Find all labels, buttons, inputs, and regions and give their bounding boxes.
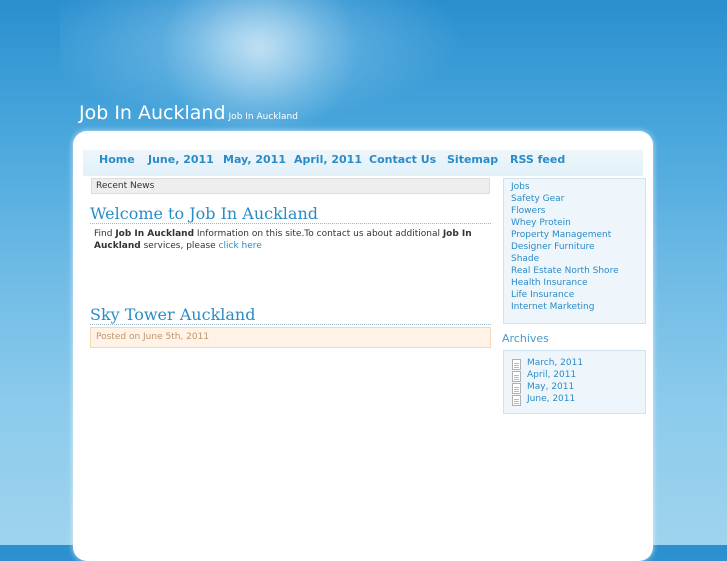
archives-heading: Archives	[502, 332, 549, 345]
site-header: Job In Auckland Job In Auckland	[79, 102, 298, 124]
document-icon	[512, 383, 521, 394]
post-text-end: services, please	[140, 241, 219, 251]
archive-link-may-2011[interactable]: May, 2011	[527, 382, 574, 392]
nav-home[interactable]: Home	[99, 153, 135, 166]
keyword-job-in-auckland: Job In Auckland	[115, 229, 195, 239]
archive-link-march-2011[interactable]: March, 2011	[527, 358, 583, 368]
site-title[interactable]: Job In Auckland	[79, 102, 226, 124]
title-divider-2	[90, 324, 491, 325]
post-text-find: Find	[94, 229, 116, 239]
nav-sitemap[interactable]: Sitemap	[447, 153, 498, 166]
sidebar-link-real-estate-north-shore[interactable]: Real Estate North Shore	[511, 266, 619, 276]
archive-link-april-2011[interactable]: April, 2011	[527, 370, 576, 380]
sidebar-link-property-management[interactable]: Property Management	[511, 230, 611, 240]
post-text-mid: Information on this site.To contact us a…	[194, 229, 443, 239]
sidebar-link-safety-gear[interactable]: Safety Gear	[511, 194, 564, 204]
title-divider	[90, 223, 491, 224]
sidebar-link-flowers[interactable]: Flowers	[511, 206, 545, 216]
sidebar-link-whey-protein[interactable]: Whey Protein	[511, 218, 571, 228]
sidebar-link-health-insurance[interactable]: Health Insurance	[511, 278, 588, 288]
document-icon	[512, 359, 521, 370]
nav-contact-us[interactable]: Contact Us	[369, 153, 436, 166]
sidebar-link-life-insurance[interactable]: Life Insurance	[511, 290, 574, 300]
nav-june-2011[interactable]: June, 2011	[148, 153, 214, 166]
sidebar-link-jobs[interactable]: Jobs	[511, 182, 530, 192]
archive-link-june-2011[interactable]: June, 2011	[527, 394, 575, 404]
site-description: Job In Auckland	[228, 112, 298, 122]
click-here-link[interactable]: click here	[219, 241, 262, 251]
post-meta-date: Posted on June 5th, 2011	[90, 327, 491, 348]
post-title-welcome[interactable]: Welcome to Job In Auckland	[90, 204, 318, 223]
document-icon	[512, 371, 521, 382]
sidebar-link-designer-furniture[interactable]: Designer Furniture	[511, 242, 595, 252]
post-body-welcome: Find Job In Auckland Information on this…	[94, 228, 474, 252]
nav-april-2011[interactable]: April, 2011	[294, 153, 362, 166]
sidebar-link-internet-marketing[interactable]: Internet Marketing	[511, 302, 594, 312]
document-icon	[512, 395, 521, 406]
recent-news-bar: Recent News	[91, 178, 490, 194]
nav-rss-feed[interactable]: RSS feed	[510, 153, 565, 166]
sidebar-link-shade[interactable]: Shade	[511, 254, 539, 264]
nav-may-2011[interactable]: May, 2011	[223, 153, 286, 166]
post-title-sky-tower[interactable]: Sky Tower Auckland	[90, 305, 255, 324]
